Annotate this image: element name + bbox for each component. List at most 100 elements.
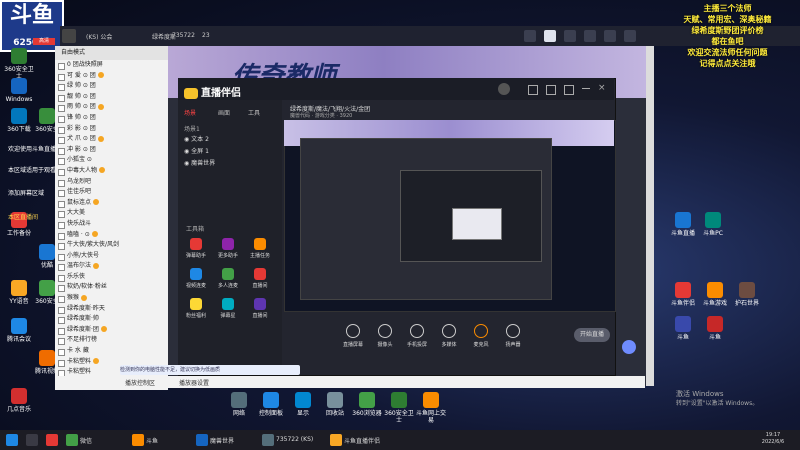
wechat-icon[interactable] [66, 434, 78, 446]
checkbox[interactable] [58, 359, 65, 367]
tool-room-2[interactable]: 直播间 [248, 298, 272, 319]
start-icon[interactable] [6, 434, 18, 446]
app-icon[interactable] [46, 434, 58, 446]
member-row[interactable]: 猴猴 [55, 293, 168, 304]
start-live-button[interactable]: 开始直播 [574, 328, 610, 342]
tool-danmu[interactable]: 弹幕助手 [184, 238, 208, 259]
member-row[interactable]: 小熊/大侠号 [55, 251, 168, 262]
minimize-icon[interactable] [624, 30, 636, 42]
player-settings-label[interactable]: 播放器设置 [179, 378, 209, 387]
tool-room[interactable]: 直播间 [248, 268, 272, 289]
checkbox[interactable] [58, 306, 65, 314]
checkbox[interactable] [58, 232, 65, 240]
member-row[interactable]: 小狐宝 ⊙ [55, 155, 168, 166]
member-row[interactable]: 可 爱 ⊙ 团 [55, 71, 168, 82]
tool-multi-link[interactable]: 多人连麦 [216, 268, 240, 289]
settings-icon[interactable] [604, 30, 616, 42]
mic-button[interactable]: 麦克风 [464, 324, 498, 348]
avatar[interactable] [62, 29, 76, 43]
live-companion-icon[interactable] [330, 434, 342, 446]
search-icon[interactable] [26, 434, 38, 446]
desktop-icon-b4[interactable]: 回收站 [318, 392, 352, 417]
member-row[interactable]: 0 团战快照屏 [55, 60, 168, 71]
member-row[interactable]: 牛大侠/紫大侠/风剑 [55, 240, 168, 251]
checkbox[interactable] [58, 73, 65, 81]
checkbox[interactable] [58, 126, 65, 134]
window-icon-1[interactable] [524, 30, 536, 42]
screen-capture-button[interactable]: 直播屏幕 [336, 324, 370, 348]
camera-icon[interactable] [564, 30, 576, 42]
layer-item[interactable]: ◉ 魔兽世界 [184, 158, 215, 167]
assistant-icon[interactable] [622, 340, 636, 354]
checkbox[interactable] [58, 84, 65, 92]
taskbar-label[interactable]: 735722 (KS) [276, 436, 313, 443]
desktop-icon-b7[interactable]: 斗鱼网上交易 [414, 392, 448, 424]
desktop-icon-11[interactable]: 几点音乐 [2, 388, 36, 413]
tab-canvas[interactable]: 画面 [218, 108, 230, 117]
gift-icon[interactable] [528, 85, 538, 95]
member-row[interactable]: 绿希度斯·团 [55, 325, 168, 336]
desktop-icon-b1[interactable]: 网络 [222, 392, 256, 417]
checkbox[interactable] [58, 253, 65, 261]
member-row[interactable]: 嗑嗑 · ⊙ [55, 230, 168, 241]
checkbox[interactable] [58, 158, 65, 166]
tool-task[interactable]: 主播任务 [248, 238, 272, 259]
checkbox[interactable] [58, 274, 65, 282]
speaker-button[interactable]: 扬声器 [496, 324, 530, 348]
mic-icon[interactable] [584, 30, 596, 42]
checkbox[interactable] [58, 105, 65, 113]
desktop-icon-r2[interactable]: 斗鱼PC [696, 212, 730, 237]
checkbox[interactable] [58, 137, 65, 145]
wow-icon[interactable] [196, 434, 208, 446]
checkbox[interactable] [58, 327, 65, 335]
member-row[interactable]: 卡 水 藏 [55, 346, 168, 357]
player-control-label[interactable]: 播放控制区 [125, 378, 155, 387]
taskbar-label[interactable]: 斗鱼 [146, 436, 158, 445]
checkbox[interactable] [58, 211, 65, 219]
clock[interactable]: 19:17 2022/6/6 [748, 432, 798, 446]
minimize-icon[interactable] [582, 88, 590, 89]
desktop-icon-b6[interactable]: 360安全卫士 [382, 392, 416, 424]
desktop-icon-r6[interactable]: 斗鱼 [666, 316, 700, 341]
member-row[interactable]: 绿希度斯·昨天 [55, 304, 168, 315]
camera-button[interactable]: 摄像头 [368, 324, 402, 348]
checkbox[interactable] [58, 338, 65, 346]
member-row[interactable]: 雨 帅 ⊙ 团 [55, 102, 168, 113]
member-row[interactable]: 犬 爪 ⊙ 团 [55, 134, 168, 145]
desktop-icon-b5[interactable]: 360浏览器 [350, 392, 384, 417]
desktop-icon-r1[interactable]: 斗鱼直播 [666, 212, 700, 237]
tool-danmu-star[interactable]: 弹幕星 [216, 298, 240, 319]
desktop-icon-b2[interactable]: 控制面板 [254, 392, 288, 417]
tool-video-link[interactable]: 视频连麦 [184, 268, 208, 289]
desktop-icon-b3[interactable]: 显示 [286, 392, 320, 417]
desktop-icon-r5[interactable]: 护石世界 [730, 282, 764, 307]
desktop-icon-r4[interactable]: 斗鱼游戏 [698, 282, 732, 307]
home-icon[interactable] [544, 30, 556, 42]
app-icon[interactable] [262, 434, 274, 446]
checkbox[interactable] [58, 243, 65, 251]
member-row[interactable]: 鼠标连点 [55, 198, 168, 209]
desktop-icon-1[interactable]: 360安全卫士 [2, 48, 36, 80]
checkbox[interactable] [58, 94, 65, 102]
checkbox[interactable] [58, 296, 65, 304]
checkbox[interactable] [58, 190, 65, 198]
member-row[interactable]: 软奶/软体·粉丝 [55, 282, 168, 293]
taskbar-label[interactable]: 微信 [80, 436, 92, 445]
menu-icon[interactable] [564, 85, 574, 95]
member-row[interactable]: 佳佳乐吧 [55, 187, 168, 198]
checkbox[interactable] [58, 317, 65, 325]
member-row[interactable]: 靓 帅 ⊙ 团 [55, 92, 168, 103]
checkbox[interactable] [58, 285, 65, 293]
member-row[interactable]: 绿希度斯·帅 [55, 314, 168, 325]
bell-icon[interactable] [546, 85, 556, 95]
checkbox[interactable] [58, 147, 65, 155]
member-row[interactable]: 锋 帅 ⊙ 团 [55, 113, 168, 124]
user-avatar[interactable] [498, 83, 510, 95]
media-button[interactable]: 多媒体 [432, 324, 466, 348]
tab-tools[interactable]: 工具 [248, 108, 260, 117]
tool-fans[interactable]: 粉丝福利 [184, 298, 208, 319]
desktop-icon-r3[interactable]: 斗鱼伴侣 [666, 282, 700, 307]
member-row[interactable]: 冲 影 ⊙ 团 [55, 145, 168, 156]
desktop-icon-r7[interactable]: 斗鱼 [698, 316, 732, 341]
member-row[interactable]: 快乐战斗 [55, 219, 168, 230]
